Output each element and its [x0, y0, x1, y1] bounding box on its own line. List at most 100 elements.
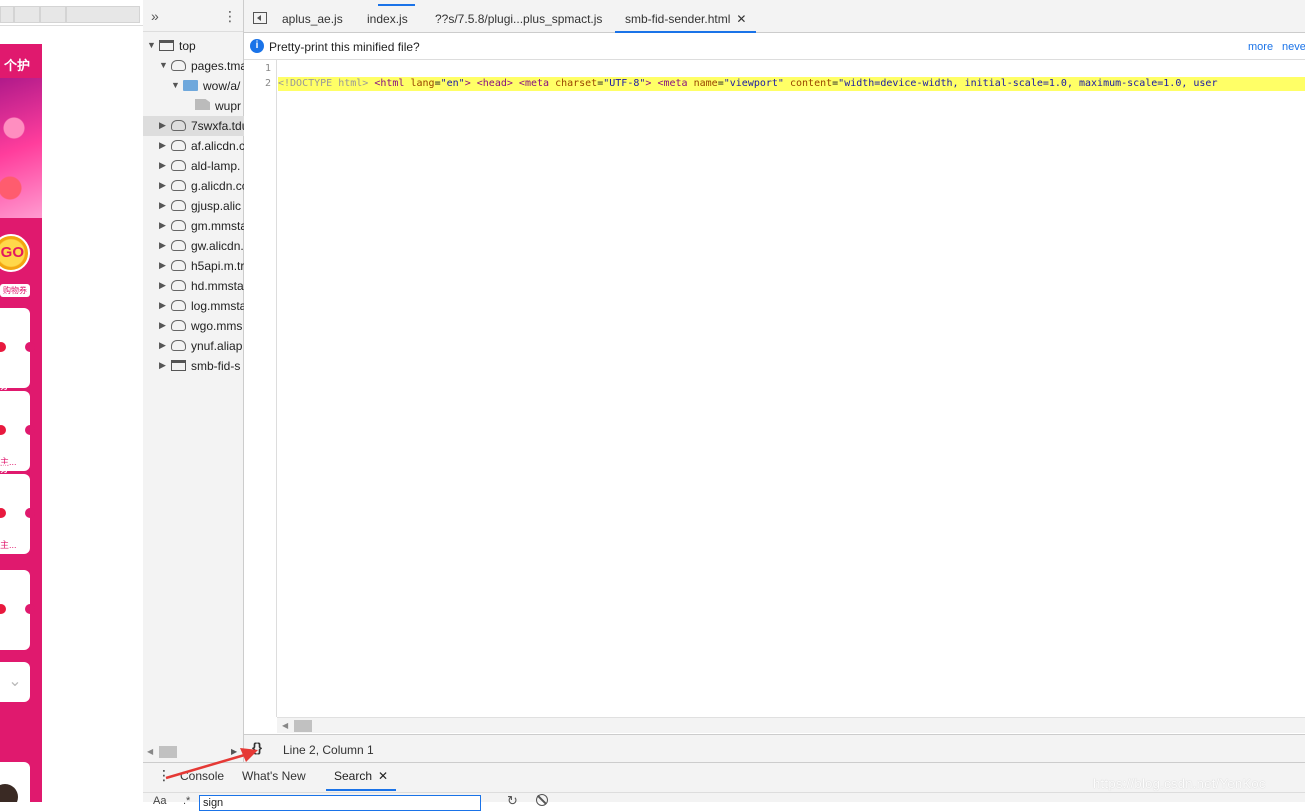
value-token: "width=device-width, initial-scale=1.0, … — [838, 78, 1218, 89]
toggle-navigator-icon[interactable] — [253, 12, 267, 24]
navigator-menu-icon[interactable]: ⋮ — [223, 9, 237, 23]
tree-item[interactable]: ▼ wow/a/ — [143, 76, 244, 96]
tree-item[interactable]: ▶ hd.mmsta — [143, 276, 244, 296]
collapsed-triangle-icon[interactable]: ▶ — [159, 280, 166, 291]
coupon-dot — [0, 425, 6, 435]
tree-item-label: wgo.mms — [191, 319, 243, 333]
tab-aplus-ae[interactable]: aplus_ae.js — [272, 0, 353, 33]
avatar[interactable] — [0, 762, 30, 802]
page-preview: 个护 GO 购物券 券 主... 券 主... ⌄ — [0, 0, 143, 802]
cloud-icon — [171, 60, 186, 71]
tree-item[interactable]: ▶ smb-fid-s — [143, 356, 244, 376]
cloud-icon — [171, 140, 186, 151]
promo-banner-image[interactable] — [0, 78, 42, 218]
tree-item[interactable]: ▶ wgo.mms — [143, 316, 244, 336]
match-case-toggle[interactable]: Aa — [153, 795, 166, 807]
coupon-card[interactable] — [0, 308, 35, 388]
toolbar-segment[interactable] — [40, 6, 66, 23]
tree-item[interactable]: ▶ gjusp.alic — [143, 196, 244, 216]
toolbar-segment[interactable] — [14, 6, 40, 23]
cloud-icon — [171, 280, 186, 291]
cloud-icon — [171, 120, 186, 131]
collapsed-triangle-icon[interactable]: ▶ — [159, 140, 166, 151]
code-area[interactable]: 1 2 <!DOCTYPE html> <html lang="en"> <he… — [244, 60, 1305, 717]
attr-token: lang — [410, 78, 435, 89]
tree-item-label: smb-fid-s — [191, 359, 241, 373]
tree-item[interactable]: ▼ pages.tma — [143, 56, 244, 76]
code-line-2[interactable]: <!DOCTYPE html> <html lang="en"> <head> … — [278, 77, 1305, 91]
tab-search[interactable]: Search ✕ — [326, 763, 397, 791]
tree-item[interactable]: ▶ h5api.m.tr — [143, 256, 244, 276]
tree-item[interactable]: ▶ 7swxfa.tdu — [143, 116, 244, 136]
tree-item-label: gjusp.alic — [191, 199, 242, 213]
collapsed-triangle-icon[interactable]: ▶ — [159, 260, 166, 271]
tree-item[interactable]: ▶ gw.alicdn. — [143, 236, 244, 256]
more-link[interactable]: more — [1248, 41, 1273, 53]
clear-icon[interactable] — [536, 794, 548, 806]
tree-item[interactable]: wupr — [143, 96, 244, 116]
tree-item[interactable]: ▶ ald-lamp. — [143, 156, 244, 176]
coupon-card[interactable]: 券 主... — [0, 464, 35, 554]
close-icon[interactable]: ✕ — [736, 12, 746, 26]
tag-token: <html — [374, 78, 405, 89]
pretty-print-infobar: i Pretty-print this minified file? more … — [244, 33, 1305, 60]
collapsed-triangle-icon[interactable]: ▶ — [159, 320, 166, 331]
collapsed-triangle-icon[interactable]: ▶ — [159, 220, 166, 231]
expanded-triangle-icon[interactable]: ▼ — [147, 40, 156, 50]
tab-spmact-js[interactable]: ??s/7.5.8/plugi...plus_spmact.js — [425, 0, 612, 33]
expanded-triangle-icon[interactable]: ▼ — [159, 60, 168, 70]
tree-item[interactable]: ▶ gm.mmsta — [143, 216, 244, 236]
watermark: https://blog.csdn.net/YenKoc — [1093, 776, 1266, 791]
line-number[interactable]: 1 — [265, 63, 271, 74]
tree-item[interactable]: ▶ log.mmsta — [143, 296, 244, 316]
tree-item[interactable]: ▶ g.alicdn.cc — [143, 176, 244, 196]
tree-item[interactable]: ▼ top — [143, 36, 244, 56]
scroll-left-icon[interactable]: ◀ — [282, 721, 288, 730]
frame-icon — [171, 360, 186, 371]
tree-item-label: ynuf.aliap — [191, 339, 243, 353]
collapsed-triangle-icon[interactable]: ▶ — [159, 160, 166, 171]
tab-index-js[interactable]: index.js — [357, 0, 418, 33]
more-tabs-icon[interactable]: » — [151, 8, 159, 24]
collapsed-triangle-icon[interactable]: ▶ — [159, 120, 166, 131]
scrollbar-thumb[interactable] — [294, 720, 312, 732]
coupon-dot — [0, 508, 6, 518]
tree-item[interactable]: ▶ ynuf.aliap — [143, 336, 244, 356]
coupon-card[interactable] — [0, 570, 35, 650]
line-number[interactable]: 2 — [265, 78, 271, 89]
code-horizontal-scrollbar[interactable]: ◀ — [277, 717, 1305, 733]
value-token: "viewport" — [723, 78, 784, 89]
refresh-icon[interactable]: ↻ — [507, 793, 518, 809]
toolbar-segment[interactable] — [0, 6, 14, 23]
toolbar-segment[interactable] — [66, 6, 140, 23]
regex-toggle[interactable]: .* — [183, 795, 190, 807]
tree-item-label: pages.tma — [191, 59, 244, 73]
close-icon[interactable]: ✕ — [378, 769, 388, 783]
never-link[interactable]: neve — [1282, 41, 1305, 53]
tab-smb-fid-sender[interactable]: smb-fid-sender.html ✕ — [615, 0, 757, 33]
tag-token: <head> — [476, 78, 513, 89]
frame-icon — [159, 40, 174, 51]
file-navigator: » ⋮ ▼ top ▼ pages.tma ▼ wow/a/wupr ▶ 7swxfa.tdu… — [143, 0, 244, 762]
coupon-title: 券 — [0, 464, 10, 474]
collapsed-triangle-icon[interactable]: ▶ — [159, 360, 166, 371]
chevron-down-icon[interactable]: ⌄ — [0, 662, 30, 702]
collapsed-triangle-icon[interactable]: ▶ — [159, 240, 166, 251]
tab-label: Search — [334, 769, 373, 783]
tree-item-label: h5api.m.tr — [191, 259, 244, 273]
tree-item-label: wupr — [215, 99, 242, 113]
scroll-left-icon[interactable]: ◀ — [147, 747, 153, 756]
coupon-card[interactable]: 券 主... — [0, 381, 35, 471]
cloud-icon — [171, 320, 186, 331]
collapsed-triangle-icon[interactable]: ▶ — [159, 200, 166, 211]
collapsed-triangle-icon[interactable]: ▶ — [159, 340, 166, 351]
attr-token: content — [789, 78, 833, 89]
tree-item[interactable]: ▶ af.alicdn.c — [143, 136, 244, 156]
devtools: » ⋮ ▼ top ▼ pages.tma ▼ wow/a/wupr ▶ 7swxfa.tdu… — [143, 0, 1305, 811]
tab-label: index.js — [367, 12, 408, 26]
collapsed-triangle-icon[interactable]: ▶ — [159, 180, 166, 191]
expanded-triangle-icon[interactable]: ▼ — [171, 80, 180, 90]
search-input[interactable]: sign — [199, 795, 481, 811]
collapsed-triangle-icon[interactable]: ▶ — [159, 300, 166, 311]
cloud-icon — [171, 340, 186, 351]
